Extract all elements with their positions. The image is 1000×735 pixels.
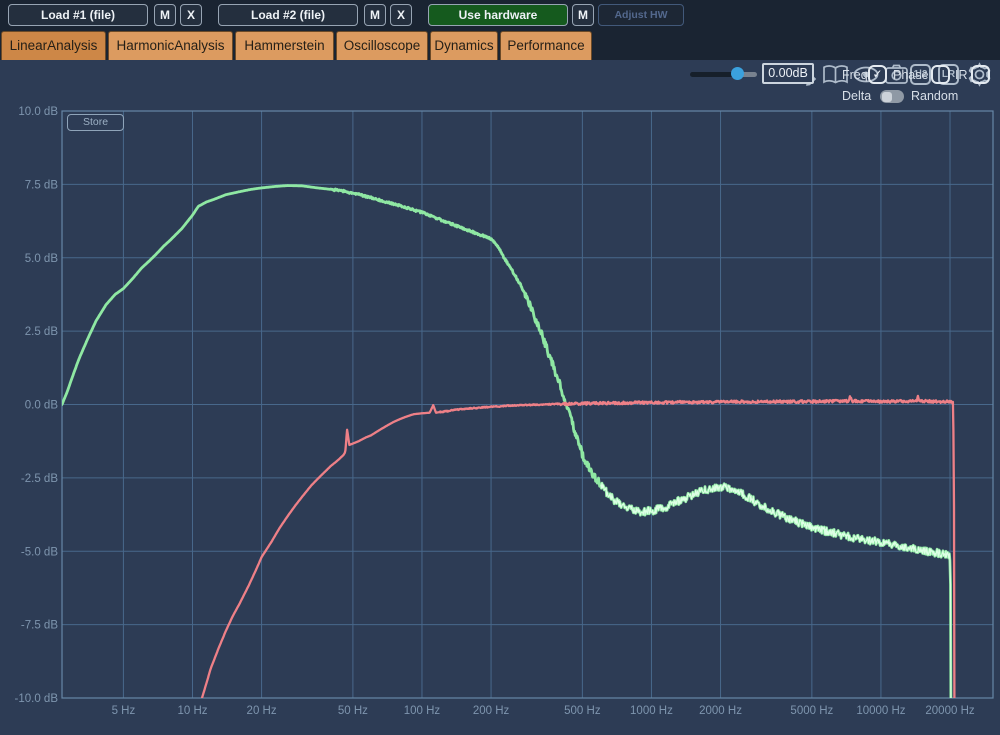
- store-button[interactable]: Store: [67, 114, 124, 131]
- plugin-analyzer-window: Load #1 (file) M X Load #2 (file) M X Us…: [0, 0, 1000, 735]
- curve-1-green-core: [601, 483, 951, 735]
- y-tick-label: -2.5 dB: [21, 473, 58, 485]
- y-tick-label: 10.0 dB: [18, 106, 58, 118]
- x-tick-label: 200 Hz: [473, 705, 510, 717]
- y-tick-label: 0.0 dB: [25, 400, 59, 412]
- x-tick-label: 50 Hz: [338, 705, 368, 717]
- x-tick-label: 500 Hz: [564, 705, 601, 717]
- y-tick-label: 5.0 dB: [25, 253, 59, 265]
- x-tick-label: 5000 Hz: [790, 705, 833, 717]
- curve-1-green: [62, 186, 951, 735]
- y-tick-label: -5.0 dB: [21, 546, 58, 558]
- y-tick-label: 2.5 dB: [25, 326, 59, 338]
- x-tick-label: 10 Hz: [177, 705, 207, 717]
- x-tick-label: 20000 Hz: [925, 705, 974, 717]
- x-tick-label: 5 Hz: [112, 705, 136, 717]
- x-tick-label: 1000 Hz: [630, 705, 673, 717]
- y-tick-label: -7.5 dB: [21, 620, 58, 632]
- frequency-response-chart: 5 Hz 10 Hz 20 Hz 50 Hz 100 Hz 200 Hz 500 Hz 100…: [0, 0, 1000, 735]
- y-tick-label: 7.5 dB: [25, 179, 59, 191]
- x-tick-label: 10000 Hz: [856, 705, 905, 717]
- x-tick-label: 100 Hz: [404, 705, 441, 717]
- y-tick-label: -10.0 dB: [15, 693, 59, 705]
- x-tick-label: 2000 Hz: [699, 705, 742, 717]
- curve-2-red: [199, 396, 955, 735]
- x-tick-label: 20 Hz: [247, 705, 277, 717]
